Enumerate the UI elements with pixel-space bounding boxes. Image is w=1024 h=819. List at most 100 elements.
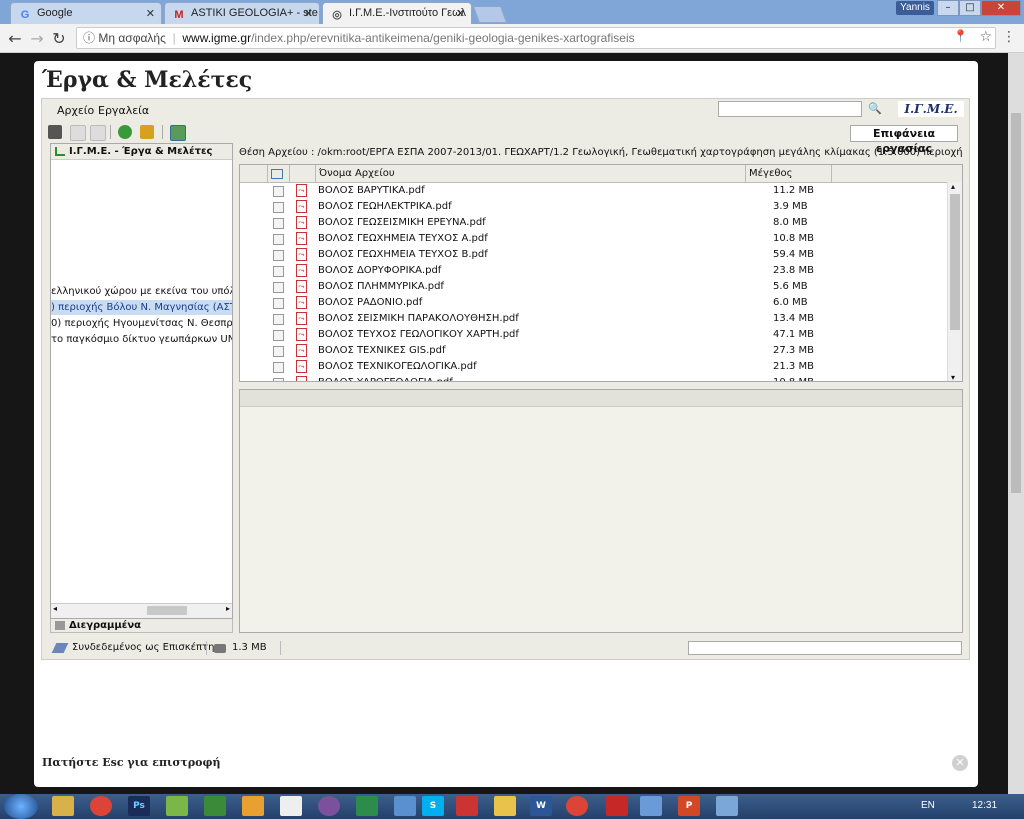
viber-icon[interactable] <box>318 796 340 816</box>
row-checkbox[interactable] <box>273 330 284 341</box>
notes-icon[interactable] <box>494 796 516 816</box>
chrome-icon[interactable] <box>90 796 112 816</box>
search-input[interactable] <box>718 101 862 117</box>
file-row[interactable]: ⤳ ΒΟΛΟΣ ΤΕΧΝΙΚΟΓΕΩΛΟΓΙΚΑ.pdf 21.3 MB <box>240 359 946 375</box>
clock[interactable]: 12:31 <box>972 800 997 811</box>
file-name[interactable]: ΒΟΛΟΣ ΠΛΗΜΜΥΡΙΚΑ.pdf <box>318 279 444 295</box>
close-tab-icon[interactable]: ✕ <box>146 7 155 20</box>
scrollbar-thumb[interactable] <box>950 194 960 330</box>
row-checkbox[interactable] <box>273 250 284 261</box>
desktop-tab-button[interactable]: Επιφάνεια εργασίας <box>850 125 958 155</box>
url-input[interactable]: ⓘ Μη ασφαλής | www.igme.gr/index.php/ere… <box>76 27 996 49</box>
file-row[interactable]: ⤳ ΒΟΛΟΣ ΓΕΩΣΕΙΣΜΙΚΗ ΕΡΕΥΝΑ.pdf 8.0 MB <box>240 215 946 231</box>
forward-icon[interactable]: → <box>28 29 46 48</box>
close-tab-icon[interactable]: ✕ <box>456 7 465 20</box>
file-row[interactable]: ⤳ ΒΟΛΟΣ ΓΕΩΗΛΕΚΤΡΙΚΑ.pdf 3.9 MB <box>240 199 946 215</box>
row-checkbox[interactable] <box>273 282 284 293</box>
tree-node[interactable]: το παγκόσμιο δίκτυο γεωπάρκων UNESCO <box>51 332 232 347</box>
profile-button[interactable]: Yannis <box>896 1 934 15</box>
row-checkbox[interactable] <box>273 314 284 325</box>
tree-node-selected[interactable]: ) περιοχής Βόλου Ν. Μαγνησίας (ΑΣΤΒΟ) <box>51 300 232 315</box>
start-button[interactable] <box>4 794 38 819</box>
row-checkbox[interactable] <box>273 202 284 213</box>
file-row[interactable]: ⤳ ΒΟΛΟΣ ΒΑΡΥΤΙΚΑ.pdf 11.2 MB <box>240 183 946 199</box>
row-checkbox[interactable] <box>273 362 284 373</box>
header-name[interactable]: Όνομα Αρχείου <box>316 165 746 182</box>
minimize-button[interactable]: – <box>937 0 959 16</box>
row-checkbox[interactable] <box>273 218 284 229</box>
file-name[interactable]: ΒΟΛΟΣ ΔΟΡΥΦΟΡΙΚΑ.pdf <box>318 263 441 279</box>
file-row[interactable]: ⤳ ΒΟΛΟΣ ΡΑΔΟΝΙΟ.pdf 6.0 MB <box>240 295 946 311</box>
scrollbar-thumb[interactable] <box>147 606 187 615</box>
page-scrollbar-thumb[interactable] <box>1011 113 1021 493</box>
file-name[interactable]: ΒΟΛΟΣ ΓΕΩΧΗΜΕΙΑ ΤΕΥΧΟΣ Α.pdf <box>318 231 488 247</box>
new-tab-button[interactable] <box>472 6 508 23</box>
pdf-reader-icon[interactable] <box>606 796 628 816</box>
close-modal-icon[interactable]: ✕ <box>952 755 968 771</box>
tools-icon[interactable] <box>456 796 478 816</box>
word-icon[interactable]: W <box>530 796 552 816</box>
powerpoint-icon[interactable]: P <box>678 796 700 816</box>
scroll-down-icon[interactable]: ▾ <box>951 373 955 381</box>
menu-file[interactable]: Αρχείο <box>57 104 94 117</box>
tree-node[interactable]: 0) περιοχής Ηγουμενίτσας Ν. Θεσπρωτίας <box>51 316 232 331</box>
tab-gmail[interactable]: M ASTIKI GEOLOGIA+ - ste ✕ <box>164 2 320 24</box>
row-checkbox[interactable] <box>273 346 284 357</box>
reload-icon[interactable]: ↻ <box>50 29 68 48</box>
document-icon[interactable] <box>70 125 86 141</box>
file-name[interactable]: ΒΟΛΟΣ ΒΑΡΥΤΙΚΑ.pdf <box>318 183 425 199</box>
row-checkbox[interactable] <box>273 378 284 381</box>
scroll-up-icon[interactable]: ▴ <box>951 182 955 191</box>
file-list-scrollbar[interactable]: ▴ ▾ <box>947 182 962 381</box>
tree-node[interactable]: ελληνικού χώρου με εκείνα του υπόλοιπου <box>51 284 232 299</box>
file-row[interactable]: ⤳ ΒΟΛΟΣ ΓΕΩΧΗΜΕΙΑ ΤΕΥΧΟΣ Α.pdf 10.8 MB <box>240 231 946 247</box>
pin-icon[interactable]: 📍 <box>953 29 968 43</box>
monitor-icon[interactable] <box>170 125 186 141</box>
settings-icon[interactable] <box>716 796 738 816</box>
tree-root[interactable]: Ι.Γ.Μ.Ε. - Έργα & Μελέτες <box>51 144 232 160</box>
deleted-items-panel[interactable]: Διεγραμμένα <box>50 619 233 633</box>
file-name[interactable]: ΒΟΛΟΣ ΓΕΩΣΕΙΣΜΙΚΗ ΕΡΕΥΝΑ.pdf <box>318 215 486 231</box>
file-row[interactable]: ⤳ ΒΟΛΟΣ ΥΔΡΟΓΕΩΛΟΓΙΑ.pdf 10.8 MB <box>240 375 946 381</box>
file-name[interactable]: ΒΟΛΟΣ ΤΕΥΧΟΣ ΓΕΩΛΟΓΙΚΟΥ ΧΑΡΤΗ.pdf <box>318 327 519 343</box>
row-checkbox[interactable] <box>273 234 284 245</box>
magnifier-icon[interactable] <box>204 796 226 816</box>
file-row[interactable]: ⤳ ΒΟΛΟΣ ΣΕΙΣΜΙΚΗ ΠΑΡΑΚΟΛΟΥΘΗΣΗ.pdf 13.4 MB <box>240 311 946 327</box>
back-icon[interactable]: ← <box>6 29 24 48</box>
scroll-left-icon[interactable]: ◂ <box>53 604 57 613</box>
row-checkbox[interactable] <box>273 266 284 277</box>
file-row[interactable]: ⤳ ΒΟΛΟΣ ΓΕΩΧΗΜΕΙΑ ΤΕΥΧΟΣ Β.pdf 59.4 MB <box>240 247 946 263</box>
header-size[interactable]: Μέγεθος <box>746 165 832 182</box>
row-checkbox[interactable] <box>273 186 284 197</box>
menu-tools[interactable]: Εργαλεία <box>98 104 149 117</box>
file-row[interactable]: ⤳ ΒΟΛΟΣ ΤΕΥΧΟΣ ΓΕΩΛΟΓΙΚΟΥ ΧΑΡΤΗ.pdf 47.1 M… <box>240 327 946 343</box>
search-app-icon[interactable] <box>394 796 416 816</box>
maximize-button[interactable]: □ <box>959 0 981 16</box>
scroll-right-icon[interactable]: ▸ <box>226 604 230 613</box>
explorer-icon[interactable] <box>52 796 74 816</box>
excel-icon[interactable] <box>166 796 188 816</box>
tab-google[interactable]: G Google ✕ <box>10 2 162 24</box>
row-checkbox[interactable] <box>273 298 284 309</box>
network-icon[interactable] <box>356 796 378 816</box>
file-row[interactable]: ⤳ ΒΟΛΟΣ ΤΕΧΝΙΚΕΣ GIS.pdf 27.3 MB <box>240 343 946 359</box>
search-icon[interactable]: 🔍 <box>868 102 882 115</box>
close-tab-icon[interactable]: ✕ <box>304 7 313 20</box>
home-icon[interactable] <box>140 125 154 139</box>
folder-window-icon[interactable] <box>640 796 662 816</box>
document-edit-icon[interactable] <box>90 125 106 141</box>
print-icon[interactable] <box>48 125 62 139</box>
file-name[interactable]: ΒΟΛΟΣ ΤΕΧΝΙΚΕΣ GIS.pdf <box>318 343 445 359</box>
language-indicator[interactable]: EN <box>921 800 935 811</box>
file-name[interactable]: ΒΟΛΟΣ ΥΔΡΟΓΕΩΛΟΓΙΑ.pdf <box>318 375 453 381</box>
bookmark-star-icon[interactable]: ☆ <box>979 29 992 45</box>
tree-horizontal-scrollbar[interactable]: ◂ ▸ <box>51 603 232 618</box>
file-name[interactable]: ΒΟΛΟΣ ΤΕΧΝΙΚΟΓΕΩΛΟΓΙΚΑ.pdf <box>318 359 477 375</box>
photoshop-icon[interactable]: Ps <box>128 796 150 816</box>
file-row[interactable]: ⤳ ΒΟΛΟΣ ΔΟΡΥΦΟΡΙΚΑ.pdf 23.8 MB <box>240 263 946 279</box>
file-name[interactable]: ΒΟΛΟΣ ΡΑΔΟΝΙΟ.pdf <box>318 295 422 311</box>
file-name[interactable]: ΒΟΛΟΣ ΣΕΙΣΜΙΚΗ ΠΑΡΑΚΟΛΟΥΘΗΣΗ.pdf <box>318 311 519 327</box>
select-all-checkbox[interactable] <box>268 165 290 182</box>
page-scrollbar[interactable] <box>1008 53 1024 794</box>
refresh-icon[interactable] <box>118 125 132 139</box>
